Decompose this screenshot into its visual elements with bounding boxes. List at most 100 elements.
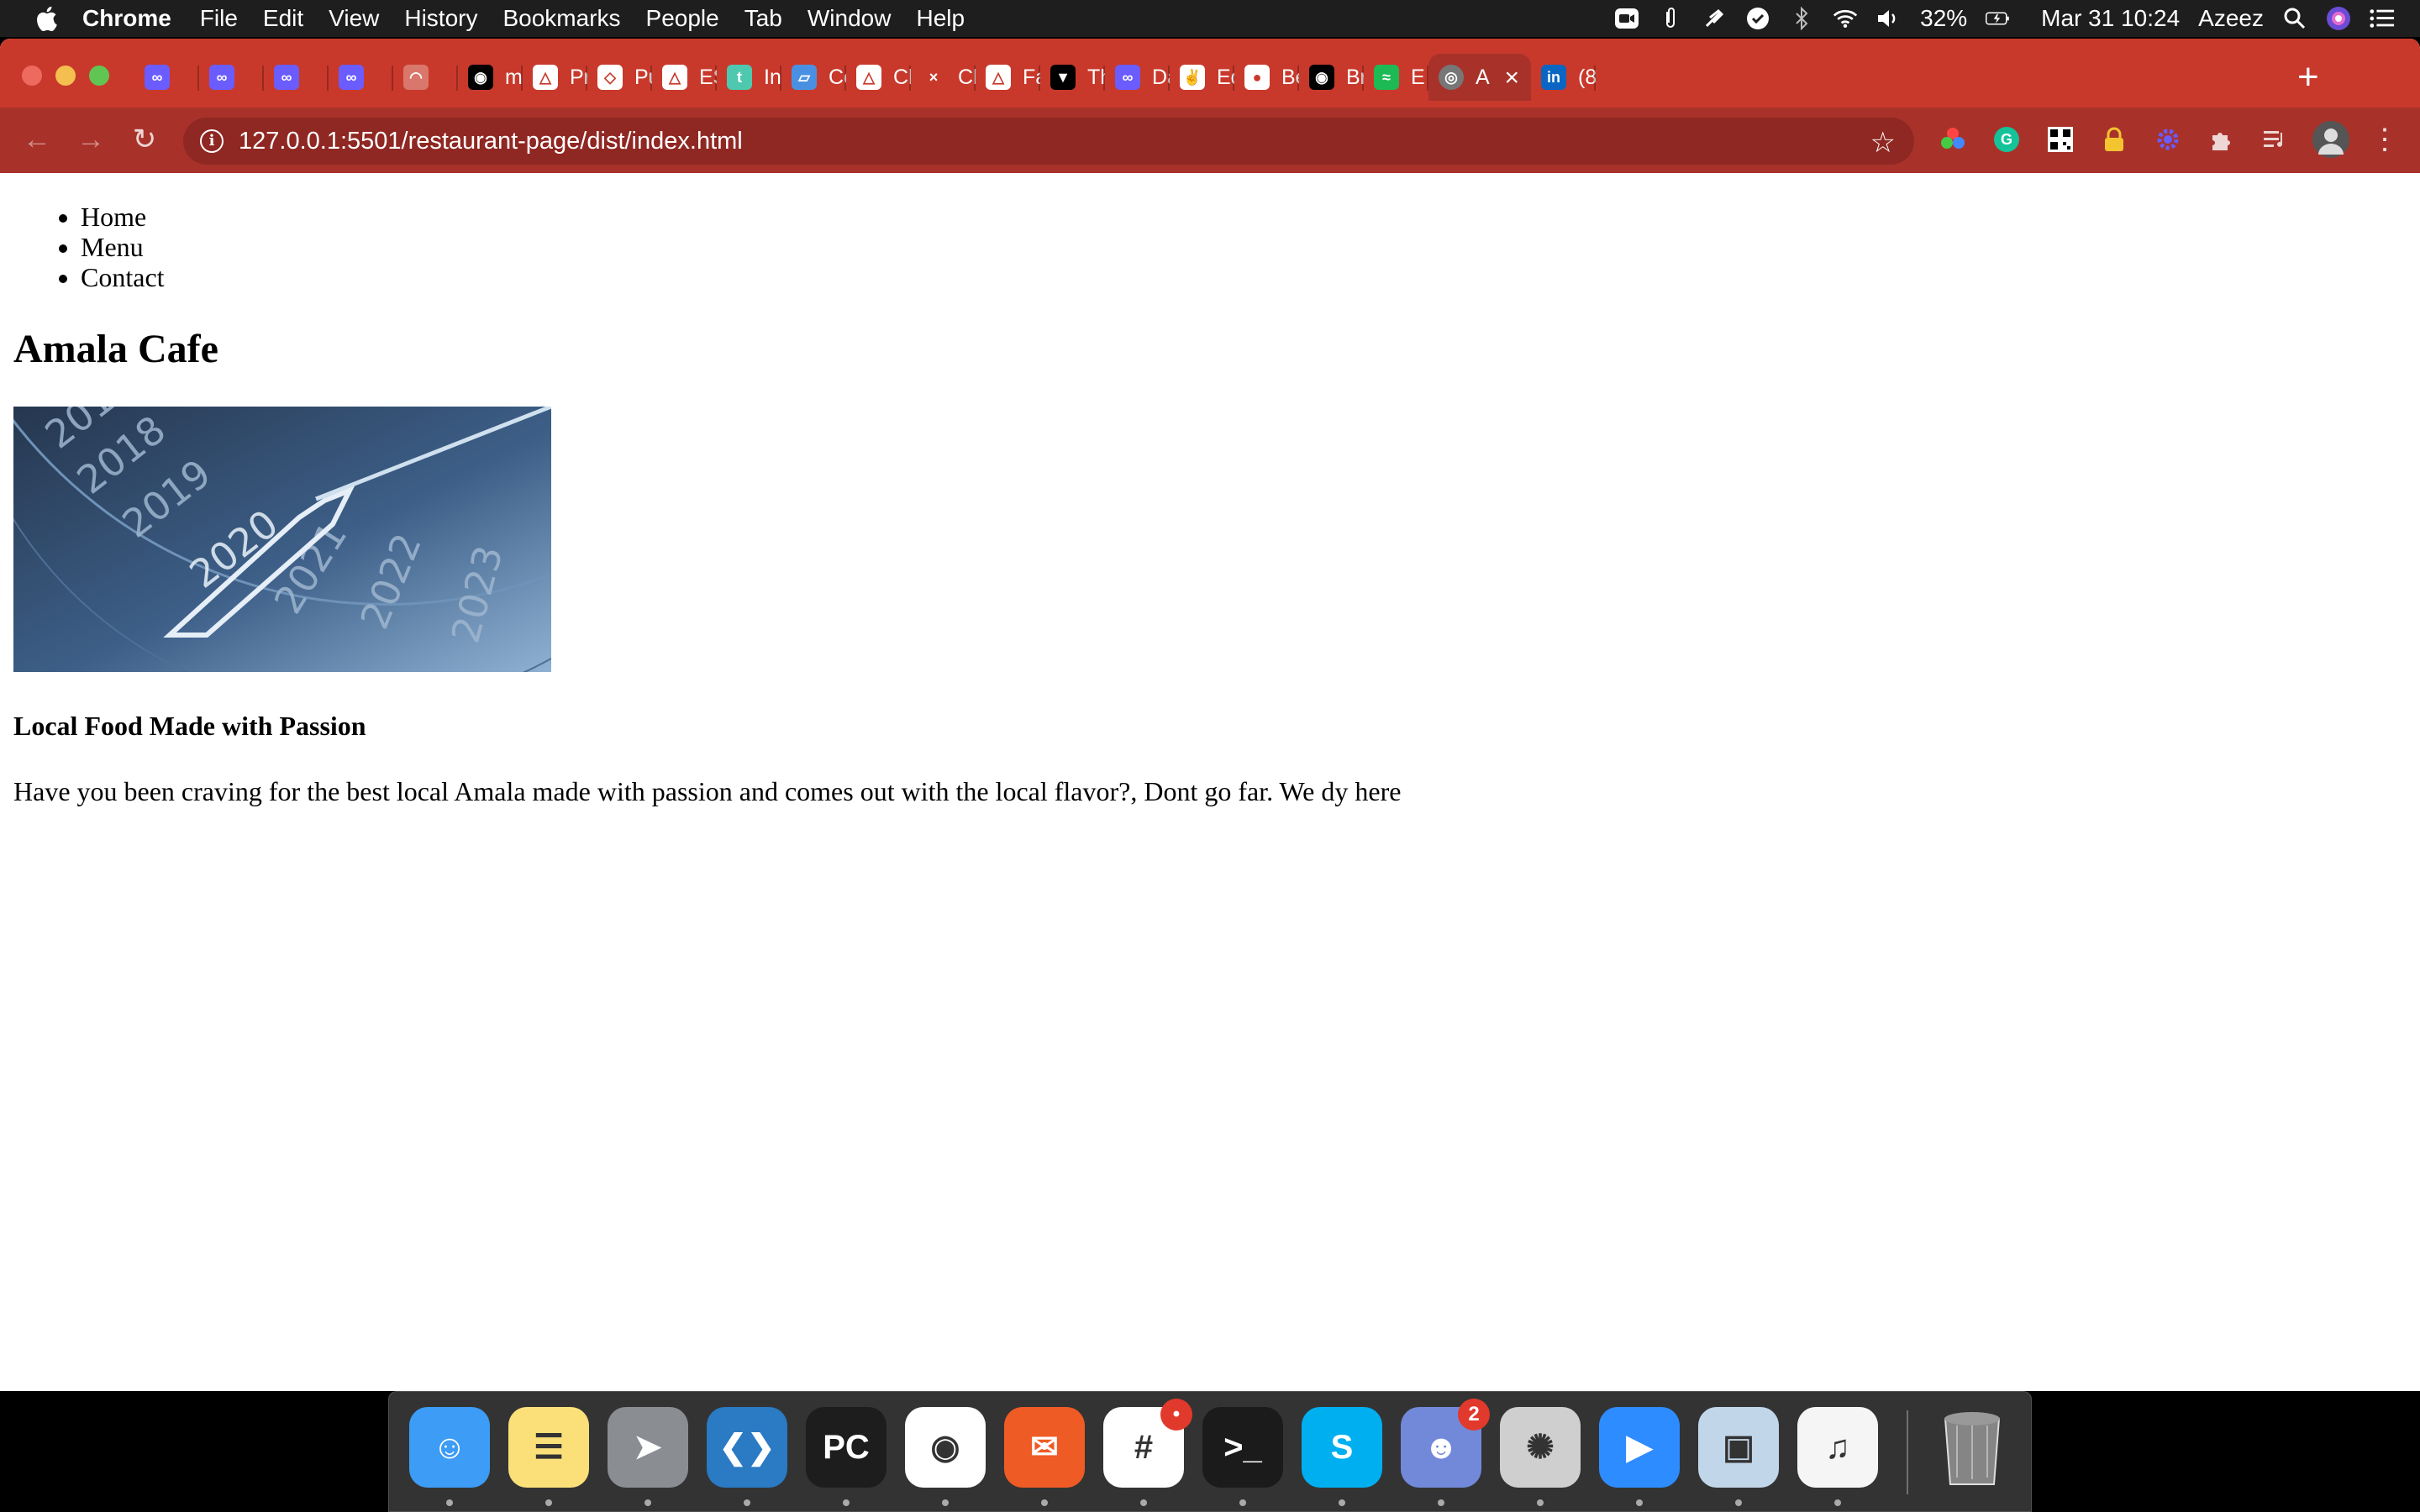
nav-home[interactable]: Home	[81, 202, 165, 232]
preview-icon[interactable]: ▣	[1698, 1407, 1779, 1488]
bookmark-star-icon[interactable]: ☆	[1870, 126, 1896, 160]
chrome-menu-icon[interactable]: ⋮	[2370, 123, 2400, 155]
site-info-icon[interactable]: i	[200, 129, 224, 153]
window-minimize-button[interactable]	[55, 66, 76, 86]
reload-button[interactable]: ↻	[128, 123, 161, 156]
launchpad-icon[interactable]: ➤	[608, 1407, 688, 1488]
close-tab-icon[interactable]: ×	[1504, 64, 1519, 92]
browser-tab[interactable]: △ ES6	[652, 54, 717, 101]
globe-icon: ◎	[1439, 65, 1464, 90]
notification-center-icon[interactable]	[2370, 6, 2395, 31]
browser-tab[interactable]: ∞	[134, 54, 199, 101]
menu-edit[interactable]: Edit	[263, 5, 303, 32]
media-queue-icon[interactable]	[2260, 124, 2291, 155]
browser-tab[interactable]: ✌ Edit	[1170, 54, 1234, 101]
address-bar[interactable]: i 127.0.0.1:5501/restaurant-page/dist/in…	[183, 118, 1914, 165]
grammarly-extension-icon[interactable]: G	[1991, 124, 2022, 155]
github-icon: ◉	[1309, 65, 1334, 90]
browser-tab[interactable]: in (8) A	[1531, 54, 1596, 101]
vscode-icon[interactable]: ❮❯	[707, 1407, 787, 1488]
siri-icon[interactable]	[2326, 6, 2351, 31]
browser-tab[interactable]: ∞	[199, 54, 264, 101]
cube-icon: ▱	[792, 65, 817, 90]
tab-title: Proj	[570, 65, 587, 89]
new-tab-button[interactable]: +	[2297, 59, 2319, 96]
feather-icon[interactable]	[1702, 6, 1727, 31]
check-tray-icon[interactable]	[1745, 6, 1770, 31]
browser-tab[interactable]: △ Fact	[976, 54, 1040, 101]
browser-tab[interactable]: ≈ E	[1364, 54, 1428, 101]
gear-extension-icon[interactable]	[2153, 124, 2183, 155]
nav-contact[interactable]: Contact	[81, 262, 165, 292]
profile-avatar[interactable]	[2312, 121, 2349, 158]
chrome-icon[interactable]: ◉	[905, 1407, 986, 1488]
address-url[interactable]: 127.0.0.1:5501/restaurant-page/dist/inde…	[239, 128, 743, 155]
browser-tab[interactable]: ▼ The	[1040, 54, 1105, 101]
browser-tab[interactable]: △ Clas	[846, 54, 911, 101]
terminal-icon[interactable]: >_	[1202, 1407, 1283, 1488]
paperclip-icon[interactable]	[1658, 6, 1683, 31]
menu-bookmarks[interactable]: Bookmarks	[502, 5, 620, 32]
browser-tab[interactable]: △ Proj	[523, 54, 587, 101]
browser-tab[interactable]: ◉ micr	[458, 54, 523, 101]
pycharm-icon[interactable]: PC	[806, 1407, 886, 1488]
zoom-icon[interactable]: ▶	[1599, 1407, 1680, 1488]
menu-view[interactable]: View	[329, 5, 379, 32]
browser-tab-active[interactable]: ◎ A ×	[1428, 54, 1531, 101]
tab-title: Beat	[1281, 65, 1299, 89]
running-indicator	[1339, 1499, 1345, 1506]
browser-tab[interactable]: × Clas	[911, 54, 976, 101]
finder-icon[interactable]: ☺	[409, 1407, 490, 1488]
browser-tab[interactable]: ∞ Dasl	[1105, 54, 1170, 101]
browser-tab[interactable]: t Insta	[717, 54, 781, 101]
menu-people[interactable]: People	[646, 5, 719, 32]
slack-icon[interactable]: # •	[1103, 1399, 1192, 1488]
browser-tab[interactable]: ◉ Bran	[1299, 54, 1364, 101]
menu-history[interactable]: History	[404, 5, 477, 32]
battery-icon[interactable]	[1986, 6, 2011, 31]
postman-icon[interactable]: ✉	[1004, 1407, 1085, 1488]
zoom-tray-icon[interactable]	[1614, 6, 1639, 31]
bluetooth-icon[interactable]	[1789, 6, 1814, 31]
nav-menu[interactable]: Menu	[81, 232, 165, 262]
lock-extension-icon[interactable]	[2099, 124, 2129, 155]
running-indicator	[1140, 1499, 1147, 1506]
menu-app-name[interactable]: Chrome	[82, 5, 171, 32]
user-name[interactable]: Azeez	[2198, 5, 2264, 32]
svg-text:G: G	[2001, 131, 2012, 148]
browser-tab[interactable]: ∞	[264, 54, 329, 101]
apple-icon[interactable]	[35, 6, 57, 31]
tab-title: (8) A	[1578, 65, 1596, 89]
back-button[interactable]: ←	[20, 123, 54, 156]
itunes-icon[interactable]: ♫	[1797, 1407, 1878, 1488]
menu-file[interactable]: File	[200, 5, 238, 32]
trash-icon[interactable]	[1932, 1407, 2012, 1488]
browser-tab[interactable]: ◇ Pure	[587, 54, 652, 101]
qr-code-extension-icon[interactable]	[2045, 124, 2075, 155]
window-maximize-button[interactable]	[89, 66, 109, 86]
menu-window[interactable]: Window	[808, 5, 892, 32]
spotlight-search-icon[interactable]	[2282, 6, 2307, 31]
running-indicator	[644, 1499, 651, 1506]
mode-icon: ∞	[145, 65, 170, 90]
window-close-button[interactable]	[22, 66, 42, 86]
wifi-icon[interactable]	[1833, 6, 1858, 31]
notes-icon[interactable]: ☰	[508, 1407, 589, 1488]
browser-tab[interactable]: ◠	[393, 54, 458, 101]
tab-title: Insta	[764, 65, 781, 89]
volume-icon[interactable]	[1876, 6, 1902, 31]
extensions-puzzle-icon[interactable]	[2207, 124, 2237, 155]
clock[interactable]: Mar 31 10:24	[2041, 5, 2180, 32]
browser-tab[interactable]: ▱ Cod	[781, 54, 846, 101]
browser-tab[interactable]: ∞	[329, 54, 393, 101]
microverse-icon: △	[986, 65, 1011, 90]
discord-icon[interactable]: ☻ 2	[1401, 1399, 1490, 1488]
skype-icon[interactable]: S	[1302, 1407, 1382, 1488]
menu-tab[interactable]: Tab	[744, 5, 782, 32]
rocket-icon[interactable]: ✺	[1500, 1407, 1581, 1488]
menu-help[interactable]: Help	[916, 5, 965, 32]
browser-tab[interactable]: ● Beat	[1234, 54, 1299, 101]
forward-button[interactable]: →	[74, 123, 108, 156]
mode-icon: ∞	[274, 65, 299, 90]
colorpick-extension-icon[interactable]	[1938, 124, 1968, 155]
